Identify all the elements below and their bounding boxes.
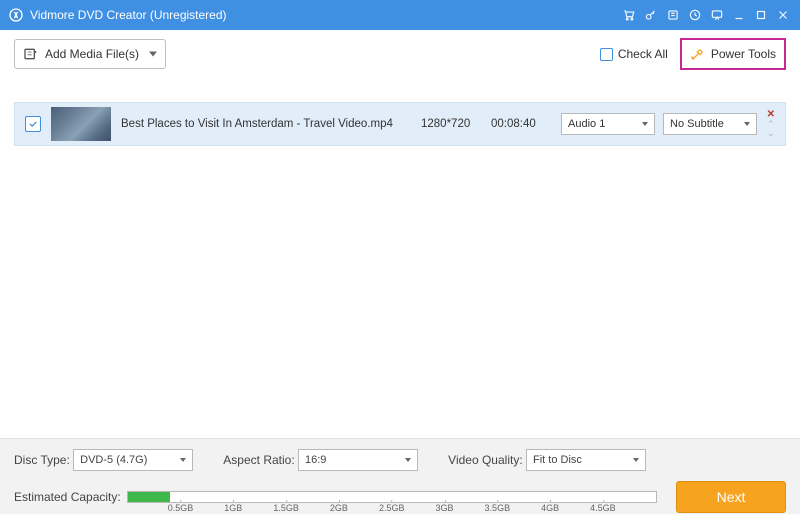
add-media-button[interactable]: Add Media File(s) [14,39,166,69]
tools-icon [690,46,706,62]
resolution: 1280*720 [421,118,491,130]
capacity-ticks: 0.5GB 1GB 1.5GB 2GB 2.5GB 3GB 3.5GB 4GB 4.5GB [128,504,656,518]
capacity-tick: 2GB [330,503,348,513]
capacity-tick: 3.5GB [485,503,511,513]
feedback-icon[interactable] [706,4,728,26]
capacity-tick: 0.5GB [168,503,194,513]
audio-track-value: Audio 1 [568,118,605,130]
row-actions: ✕ ⌃ ⌄ [767,110,775,138]
chevron-down-icon [642,122,648,126]
disc-type-group: Disc Type: DVD-5 (4.7G) [14,449,193,471]
capacity-tick: 3GB [436,503,454,513]
file-name: Best Places to Visit In Amsterdam - Trav… [121,118,421,130]
subtitle-value: No Subtitle [670,118,724,130]
duration: 00:08:40 [491,118,561,130]
work-area: Best Places to Visit In Amsterdam - Trav… [0,78,800,438]
disc-type-value: DVD-5 (4.7G) [80,454,147,466]
aspect-ratio-select[interactable]: 16:9 [298,449,418,471]
menu-icon[interactable] [684,4,706,26]
toolbar: Add Media File(s) Check All Power Tools [0,30,800,78]
power-tools-button[interactable]: Power Tools [680,38,786,70]
add-media-icon [23,46,39,62]
disc-type-label: Disc Type: [14,453,70,467]
checkbox-icon [600,48,613,61]
bottom-bar: Disc Type: DVD-5 (4.7G) Aspect Ratio: 16… [0,438,800,514]
power-tools-label: Power Tools [711,47,776,61]
video-quality-label: Video Quality: [448,453,523,467]
next-label: Next [717,489,746,505]
video-quality-select[interactable]: Fit to Disc [526,449,646,471]
cart-icon[interactable] [618,4,640,26]
close-icon[interactable] [772,4,794,26]
app-title: Vidmore DVD Creator (Unregistered) [30,8,227,22]
aspect-ratio-group: Aspect Ratio: 16:9 [223,449,418,471]
history-icon[interactable] [662,4,684,26]
capacity-tick: 2.5GB [379,503,405,513]
video-quality-value: Fit to Disc [533,454,582,466]
chevron-down-icon [744,122,750,126]
capacity-tick: 1GB [224,503,242,513]
chevron-down-icon [405,458,411,462]
minimize-icon[interactable] [728,4,750,26]
check-all-label: Check All [618,47,668,61]
capacity-fill [128,492,170,502]
chevron-down-icon [633,458,639,462]
media-list: Best Places to Visit In Amsterdam - Trav… [0,102,800,146]
aspect-ratio-value: 16:9 [305,454,326,466]
video-quality-group: Video Quality: Fit to Disc [448,449,646,471]
capacity-tick: 4GB [541,503,559,513]
capacity-bar: 0.5GB1GB1.5GB2GB2.5GB3GB3.5GB4GB4.5GB [127,491,657,503]
media-row[interactable]: Best Places to Visit In Amsterdam - Trav… [14,102,786,146]
chevron-down-icon [180,458,186,462]
audio-track-select[interactable]: Audio 1 [561,113,655,135]
maximize-icon[interactable] [750,4,772,26]
aspect-ratio-label: Aspect Ratio: [223,453,294,467]
capacity-label: Estimated Capacity: [14,490,121,504]
disc-type-select[interactable]: DVD-5 (4.7G) [73,449,193,471]
titlebar: Vidmore DVD Creator (Unregistered) [0,0,800,30]
move-down-icon[interactable]: ⌄ [767,129,775,138]
chevron-down-icon [149,52,157,57]
row-checkbox[interactable] [25,116,41,132]
key-icon[interactable] [640,4,662,26]
app-logo-icon [8,7,24,23]
capacity-group: Estimated Capacity: 0.5GB1GB1.5GB2GB2.5G… [14,490,657,504]
add-media-label: Add Media File(s) [45,47,139,61]
capacity-tick: 1.5GB [273,503,299,513]
capacity-tick: 4.5GB [590,503,616,513]
check-all-checkbox[interactable]: Check All [600,47,668,61]
video-thumbnail [51,107,111,141]
subtitle-select[interactable]: No Subtitle [663,113,757,135]
next-button[interactable]: Next [676,481,786,513]
